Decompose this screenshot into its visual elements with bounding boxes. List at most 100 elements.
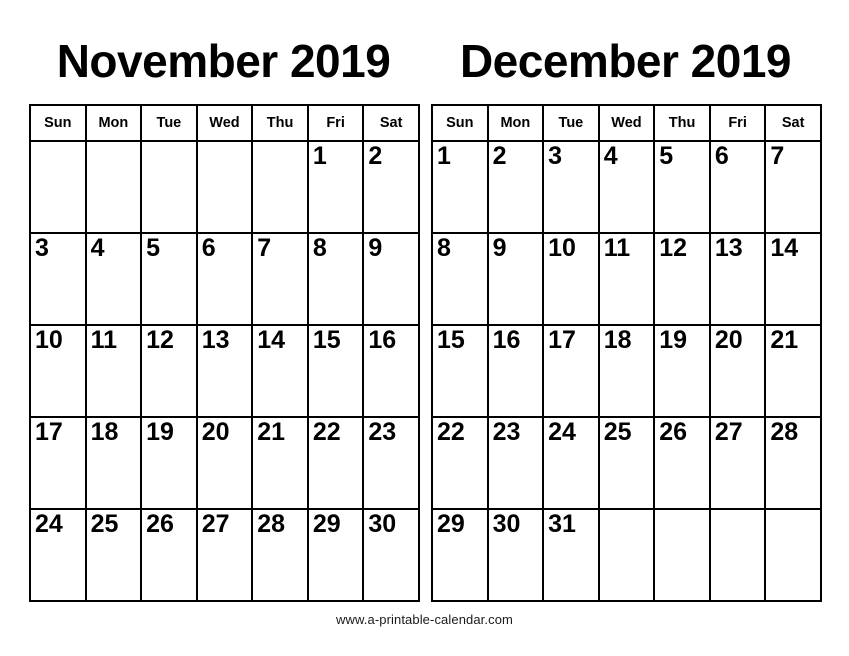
day-cell[interactable]: 23 bbox=[486, 416, 545, 510]
day-number: 27 bbox=[714, 418, 743, 446]
day-cell[interactable]: 2 bbox=[362, 140, 420, 234]
day-cell[interactable]: 22 bbox=[306, 416, 365, 510]
day-cell[interactable]: 19 bbox=[653, 324, 711, 418]
day-cell[interactable]: 7 bbox=[251, 232, 309, 326]
day-cell[interactable]: 30 bbox=[486, 508, 545, 602]
day-cell[interactable]: 16 bbox=[486, 324, 545, 418]
day-cell[interactable]: 13 bbox=[708, 232, 767, 326]
day-cell[interactable] bbox=[764, 508, 822, 602]
day-number: 24 bbox=[35, 510, 63, 538]
day-cell[interactable]: 13 bbox=[195, 324, 254, 418]
day-cell[interactable]: 6 bbox=[195, 232, 254, 326]
day-cell[interactable]: 31 bbox=[542, 508, 600, 602]
day-cell[interactable]: 9 bbox=[362, 232, 420, 326]
day-cell[interactable]: 8 bbox=[431, 232, 489, 326]
day-cell[interactable] bbox=[251, 140, 309, 234]
day-cell[interactable] bbox=[140, 140, 198, 234]
day-cell[interactable]: 18 bbox=[597, 324, 656, 418]
day-number: 27 bbox=[201, 510, 230, 538]
day-cell[interactable]: 27 bbox=[195, 508, 254, 602]
day-cell[interactable]: 14 bbox=[764, 232, 822, 326]
day-cell[interactable]: 5 bbox=[653, 140, 711, 234]
day-cell[interactable]: 19 bbox=[140, 416, 198, 510]
day-number: 12 bbox=[659, 234, 688, 262]
week-row: 29 30 31 bbox=[431, 508, 822, 602]
day-cell[interactable]: 1 bbox=[306, 140, 365, 234]
day-cell[interactable] bbox=[708, 508, 767, 602]
weekday-header-sun: Sun bbox=[29, 104, 87, 142]
day-cell[interactable]: 15 bbox=[306, 324, 365, 418]
day-number: 4 bbox=[90, 234, 105, 262]
day-number: 28 bbox=[770, 418, 799, 446]
weekday-header-row: Sun Mon Tue Wed Thu Fri Sat bbox=[29, 104, 420, 142]
day-cell[interactable] bbox=[653, 508, 711, 602]
day-cell[interactable]: 29 bbox=[306, 508, 365, 602]
day-number: 8 bbox=[437, 234, 451, 262]
day-cell[interactable]: 26 bbox=[653, 416, 711, 510]
day-cell[interactable]: 2 bbox=[486, 140, 545, 234]
day-cell[interactable]: 10 bbox=[542, 232, 600, 326]
day-cell[interactable]: 4 bbox=[84, 232, 143, 326]
day-cell[interactable] bbox=[195, 140, 254, 234]
day-cell[interactable]: 20 bbox=[708, 324, 767, 418]
day-cell[interactable]: 14 bbox=[251, 324, 309, 418]
day-cell[interactable]: 9 bbox=[486, 232, 545, 326]
day-cell[interactable]: 21 bbox=[764, 324, 822, 418]
day-cell[interactable]: 24 bbox=[29, 508, 87, 602]
calendar-page: November 2019 Sun Mon Tue Wed Thu Fri Sa… bbox=[0, 0, 849, 656]
day-cell[interactable] bbox=[84, 140, 143, 234]
calendar-table-december: Sun Mon Tue Wed Thu Fri Sat 1 2 3 4 5 6 … bbox=[431, 104, 822, 602]
day-cell[interactable]: 6 bbox=[708, 140, 767, 234]
day-cell[interactable]: 4 bbox=[597, 140, 656, 234]
day-cell[interactable]: 28 bbox=[764, 416, 822, 510]
day-number: 13 bbox=[201, 326, 230, 354]
day-number: 31 bbox=[548, 510, 576, 538]
day-number: 30 bbox=[492, 510, 521, 538]
day-number: 21 bbox=[770, 326, 799, 354]
day-cell[interactable]: 23 bbox=[362, 416, 420, 510]
day-number: 14 bbox=[257, 326, 286, 354]
day-cell[interactable]: 10 bbox=[29, 324, 87, 418]
calendar-table-november: Sun Mon Tue Wed Thu Fri Sat 1 2 3 4 5 6 … bbox=[29, 104, 420, 602]
day-cell[interactable]: 27 bbox=[708, 416, 767, 510]
day-cell[interactable]: 1 bbox=[431, 140, 489, 234]
day-number: 26 bbox=[659, 418, 688, 446]
day-number: 2 bbox=[368, 142, 383, 170]
day-number: 18 bbox=[90, 418, 119, 446]
month-block-december: December 2019 Sun Mon Tue Wed Thu Fri Sa… bbox=[431, 30, 822, 602]
day-cell[interactable]: 11 bbox=[597, 232, 656, 326]
day-cell[interactable]: 26 bbox=[140, 508, 198, 602]
day-cell[interactable]: 18 bbox=[84, 416, 143, 510]
day-cell[interactable]: 29 bbox=[431, 508, 489, 602]
day-cell[interactable]: 25 bbox=[84, 508, 143, 602]
day-cell[interactable]: 25 bbox=[597, 416, 656, 510]
day-cell[interactable]: 8 bbox=[306, 232, 365, 326]
day-cell[interactable]: 20 bbox=[195, 416, 254, 510]
day-cell[interactable]: 12 bbox=[653, 232, 711, 326]
day-number: 23 bbox=[368, 418, 397, 446]
day-cell[interactable]: 3 bbox=[29, 232, 87, 326]
weekday-header-mon: Mon bbox=[84, 104, 143, 142]
day-cell[interactable]: 17 bbox=[29, 416, 87, 510]
day-cell[interactable]: 30 bbox=[362, 508, 420, 602]
day-cell[interactable]: 24 bbox=[542, 416, 600, 510]
day-number: 25 bbox=[90, 510, 119, 538]
day-cell[interactable]: 17 bbox=[542, 324, 600, 418]
day-cell[interactable]: 7 bbox=[764, 140, 822, 234]
weekday-header-row: Sun Mon Tue Wed Thu Fri Sat bbox=[431, 104, 822, 142]
day-cell[interactable]: 5 bbox=[140, 232, 198, 326]
weekday-header-sat: Sat bbox=[362, 104, 420, 142]
day-cell[interactable]: 16 bbox=[362, 324, 420, 418]
week-row: 1 2 bbox=[29, 140, 420, 234]
day-cell[interactable] bbox=[597, 508, 656, 602]
day-cell[interactable]: 11 bbox=[84, 324, 143, 418]
day-cell[interactable]: 21 bbox=[251, 416, 309, 510]
day-cell[interactable]: 3 bbox=[542, 140, 600, 234]
day-cell[interactable] bbox=[29, 140, 87, 234]
day-cell[interactable]: 12 bbox=[140, 324, 198, 418]
day-cell[interactable]: 15 bbox=[431, 324, 489, 418]
day-number: 10 bbox=[35, 326, 63, 354]
day-cell[interactable]: 22 bbox=[431, 416, 489, 510]
week-row: 1 2 3 4 5 6 7 bbox=[431, 140, 822, 234]
day-cell[interactable]: 28 bbox=[251, 508, 309, 602]
